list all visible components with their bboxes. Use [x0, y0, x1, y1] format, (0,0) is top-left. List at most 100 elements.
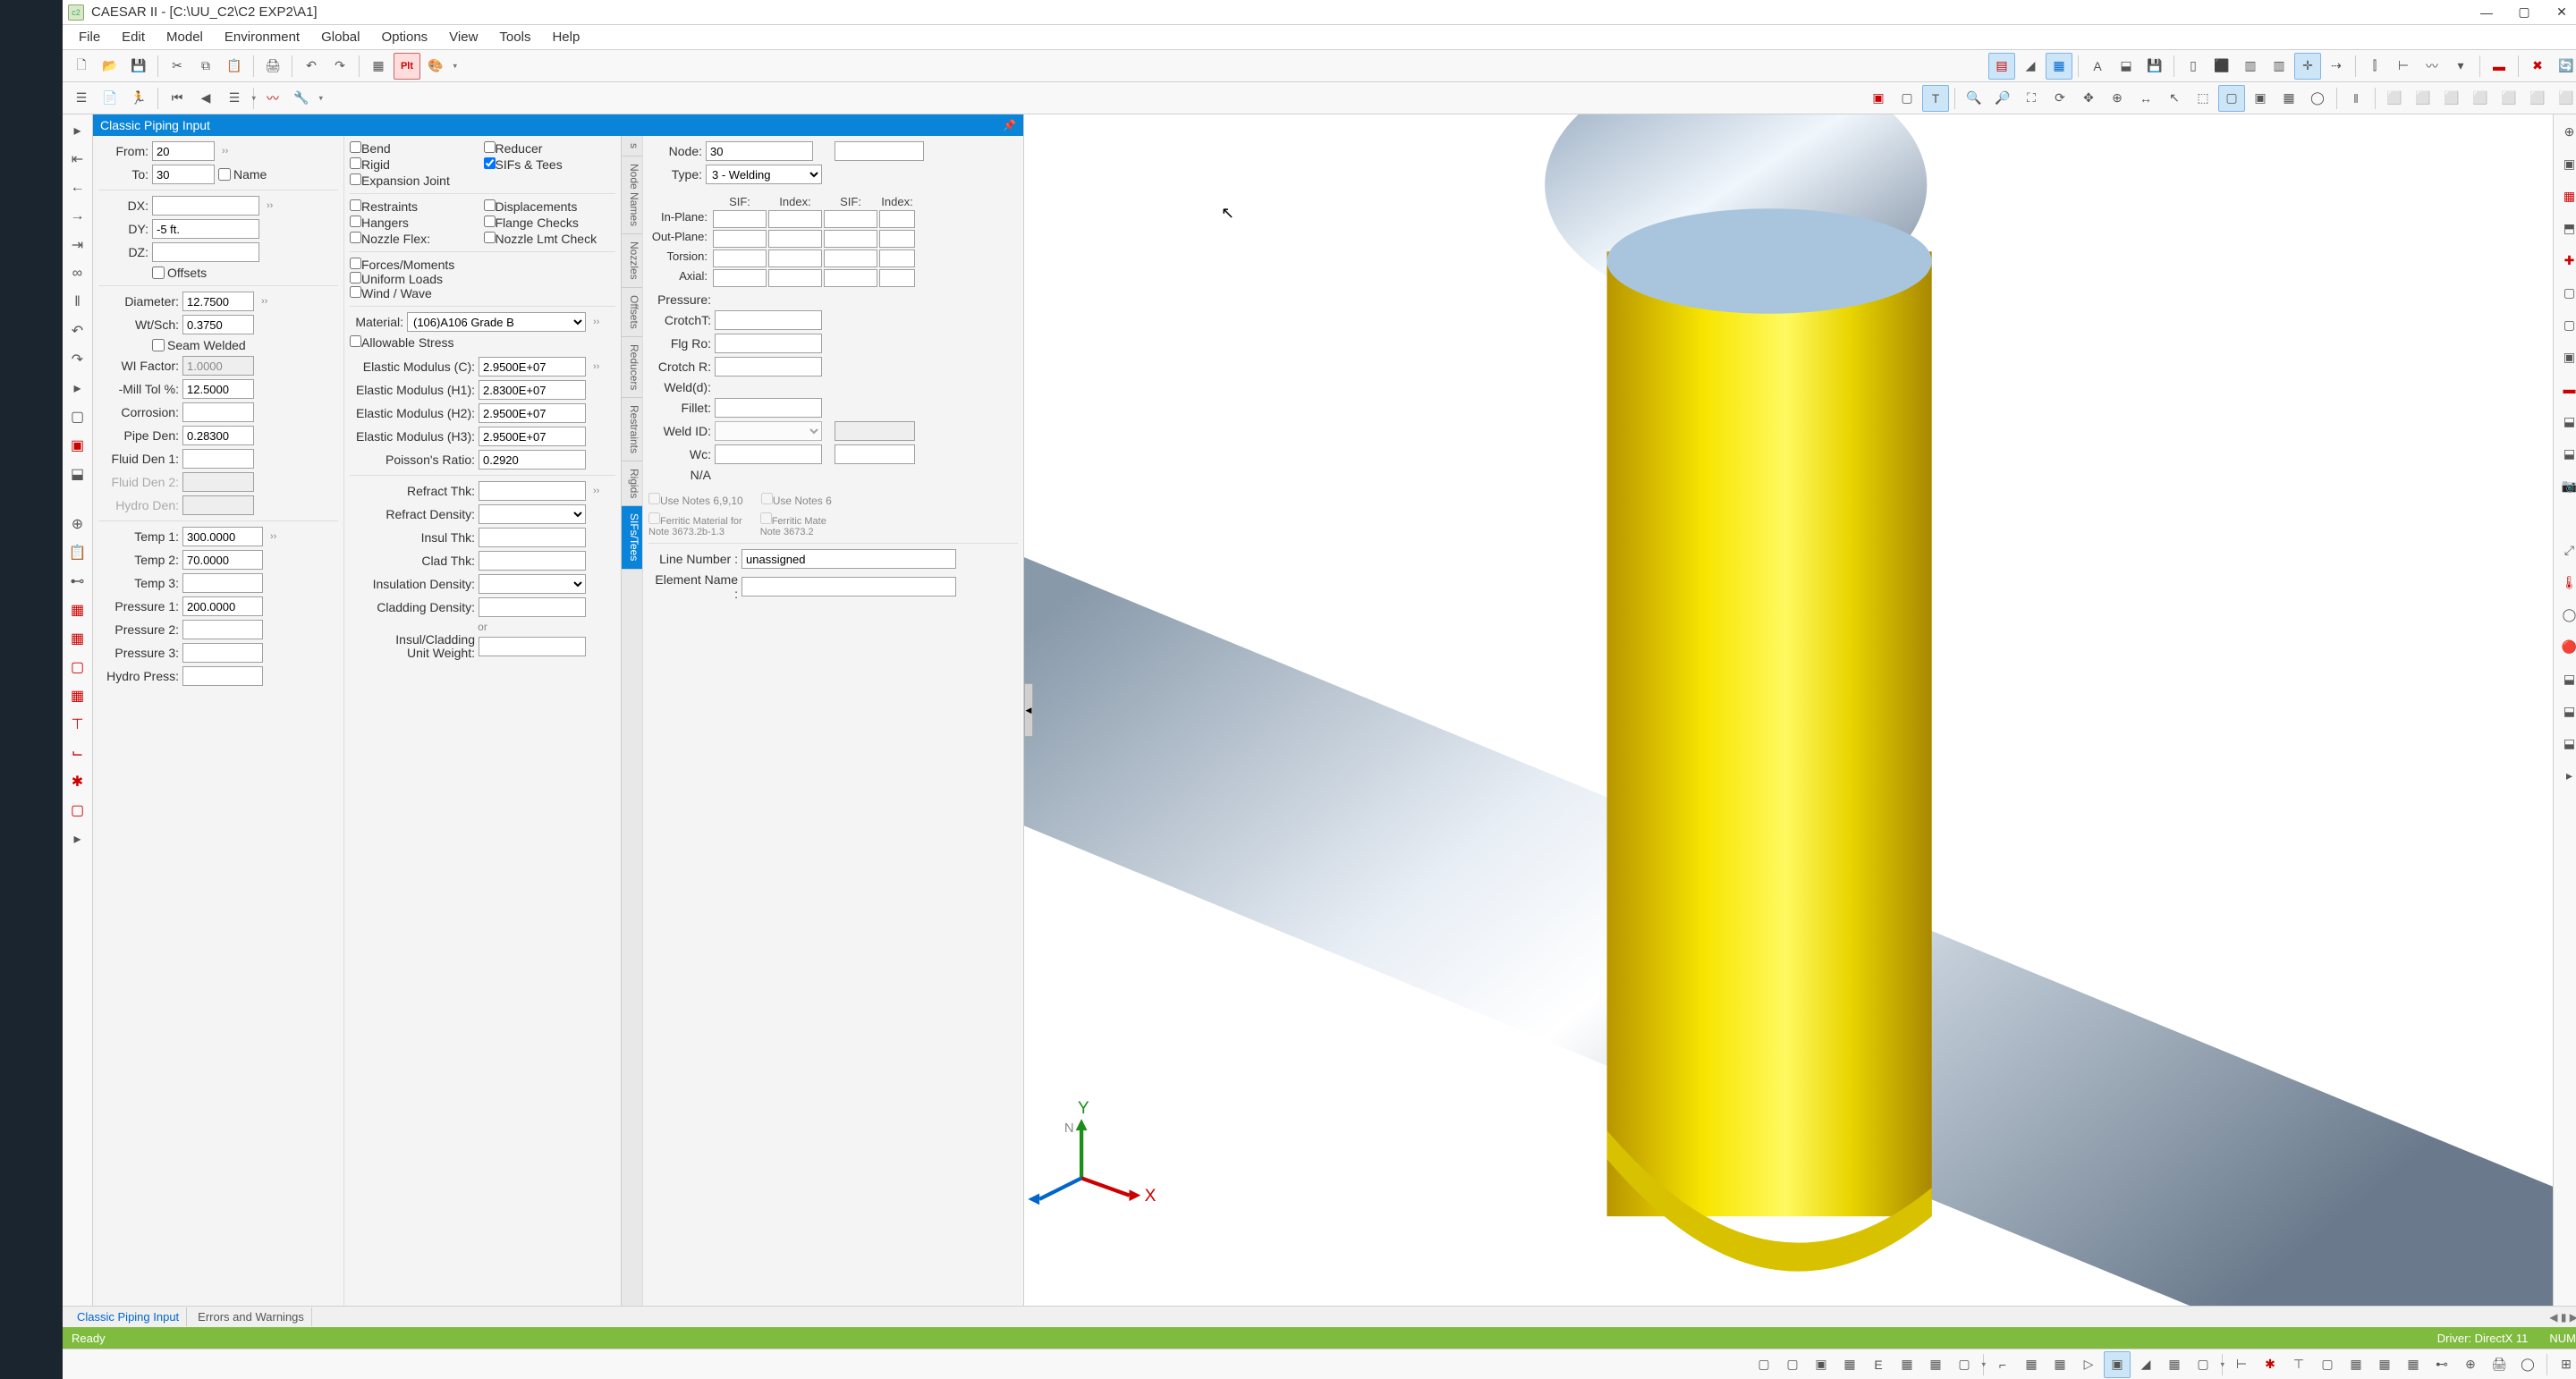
lv-icon-expand[interactable]: ▸: [65, 376, 90, 401]
lv-icon-more[interactable]: ▸: [65, 826, 90, 851]
inplane-sif2[interactable]: [824, 210, 877, 228]
refractthk-field[interactable]: [479, 481, 586, 501]
panel-collapse-handle[interactable]: ◀: [1024, 683, 1033, 737]
wtsch-field[interactable]: [182, 315, 254, 334]
bt-icon-24[interactable]: ⊷: [2428, 1351, 2455, 1378]
paste-icon[interactable]: 📋: [221, 53, 248, 80]
view-btn-2[interactable]: ◢: [2017, 53, 2044, 80]
tool-icon-10[interactable]: ⫿: [2361, 53, 2388, 80]
3d-viewport[interactable]: ◀: [1023, 114, 2553, 1306]
lv-icon-1[interactable]: ▸: [65, 118, 90, 143]
bt-icon-5[interactable]: E: [1865, 1351, 1892, 1378]
copy-icon[interactable]: ⧉: [192, 53, 219, 80]
bt-icon-6[interactable]: ▦: [1894, 1351, 1920, 1378]
lv-icon-23[interactable]: ▢: [65, 798, 90, 823]
menu-edit[interactable]: Edit: [113, 26, 154, 48]
orbit-icon[interactable]: ⊕: [2104, 85, 2131, 112]
rv-icon-5[interactable]: ✚: [2556, 247, 2576, 274]
bt-icon-7[interactable]: ▦: [1922, 1351, 1949, 1378]
lv-icon-21[interactable]: ⌙: [65, 740, 90, 766]
eh3-field[interactable]: [479, 427, 586, 446]
menu-help[interactable]: Help: [543, 26, 589, 48]
lv-icon-3[interactable]: ←: [65, 175, 90, 200]
bt-icon-27[interactable]: ◯: [2514, 1351, 2541, 1378]
lv-icon-15[interactable]: ⊷: [65, 569, 90, 594]
from-field[interactable]: [152, 141, 215, 161]
refractden-select[interactable]: [479, 504, 586, 524]
box4-icon[interactable]: ◯: [2304, 85, 2331, 112]
tb2-icon-3[interactable]: T: [1922, 85, 1949, 112]
menu-view[interactable]: View: [440, 26, 487, 48]
linenum-field[interactable]: [741, 549, 956, 569]
bt-icon-17[interactable]: ⊢: [2228, 1351, 2255, 1378]
flgro-field[interactable]: [715, 334, 822, 353]
delete-icon[interactable]: ✖: [2524, 53, 2551, 80]
vtab-4[interactable]: Reducers: [622, 337, 642, 398]
tool-icon-12[interactable]: 〰: [2419, 53, 2445, 80]
bt-icon-18[interactable]: ✱: [2257, 1351, 2284, 1378]
lv-icon-7[interactable]: ‖: [65, 290, 90, 315]
nav-first-icon[interactable]: ⏮: [164, 85, 191, 112]
cube5-icon[interactable]: ⬜: [2496, 85, 2522, 112]
outplane-sif2[interactable]: [824, 230, 877, 248]
type-select[interactable]: 3 - Welding: [706, 165, 822, 184]
lv-icon-19[interactable]: ▦: [65, 683, 90, 708]
elemname-field[interactable]: [741, 577, 956, 596]
torsion-sif2[interactable]: [824, 250, 877, 267]
lv-icon-4[interactable]: →: [65, 204, 90, 229]
wc-field[interactable]: [715, 444, 822, 464]
reducer-checkbox[interactable]: [484, 141, 496, 153]
rigid-checkbox[interactable]: [350, 157, 361, 169]
bt-icon-11[interactable]: ▦: [2046, 1351, 2073, 1378]
bt-icon-15[interactable]: ▦: [2161, 1351, 2188, 1378]
lv-icon-8[interactable]: ↶: [65, 318, 90, 343]
axial-sif[interactable]: [713, 269, 767, 287]
sifs-checkbox[interactable]: [484, 157, 496, 169]
vtab-7[interactable]: SIFs/Tees: [622, 506, 642, 569]
axial-sif2[interactable]: [824, 269, 877, 287]
bt-icon-13[interactable]: ▣: [2104, 1351, 2131, 1378]
doc-icon[interactable]: 📄: [97, 85, 123, 112]
rv-icon-14[interactable]: 🌡: [2556, 569, 2576, 596]
bt-icon-22[interactable]: ▦: [2371, 1351, 2398, 1378]
flange-checkbox[interactable]: [484, 216, 496, 227]
lv-icon-16[interactable]: ▦: [65, 597, 90, 622]
bt-icon-12[interactable]: ▷: [2075, 1351, 2102, 1378]
rv-icon-15[interactable]: ◯: [2556, 601, 2576, 628]
tool-icon-6[interactable]: ▥: [2237, 53, 2264, 80]
dz-field[interactable]: [152, 242, 259, 262]
vtab-2[interactable]: Nozzles: [622, 234, 642, 288]
tool-icon-3[interactable]: 💾: [2141, 53, 2168, 80]
tool-icon-7[interactable]: ▥: [2266, 53, 2292, 80]
expand-3[interactable]: ››: [258, 296, 271, 307]
wave-icon[interactable]: 〰: [259, 85, 286, 112]
nav-list-icon[interactable]: ☰: [221, 85, 248, 112]
crotcht-field[interactable]: [715, 310, 822, 330]
bt-icon-2[interactable]: ▢: [1779, 1351, 1806, 1378]
menu-tools[interactable]: Tools: [490, 26, 539, 48]
bt-icon-10[interactable]: ▦: [2018, 1351, 2045, 1378]
cube2-icon[interactable]: ⬜: [2410, 85, 2436, 112]
dx-field[interactable]: [152, 196, 259, 216]
lv-icon-22[interactable]: ✱: [65, 769, 90, 794]
corrosion-field[interactable]: [182, 402, 254, 422]
insulcladuw-field[interactable]: [479, 637, 586, 656]
maximize-button[interactable]: ▢: [2506, 3, 2542, 22]
rv-icon-16[interactable]: 🔴: [2556, 633, 2576, 660]
menu-model[interactable]: Model: [157, 26, 212, 48]
box3-icon[interactable]: ▦: [2275, 85, 2302, 112]
seam-checkbox[interactable]: [152, 339, 165, 351]
nozzlelmt-checkbox[interactable]: [484, 232, 496, 243]
cut-icon[interactable]: ✂: [164, 53, 191, 80]
cube1-icon[interactable]: ⬜: [2381, 85, 2408, 112]
outplane-idx[interactable]: [768, 230, 822, 248]
expand-1[interactable]: ››: [218, 146, 232, 157]
tool-icon-2[interactable]: ⬓: [2113, 53, 2140, 80]
lv-icon-2[interactable]: ⇤: [65, 147, 90, 172]
to-field[interactable]: [152, 165, 215, 184]
bt-icon-9[interactable]: ⌐: [1989, 1351, 2016, 1378]
torsion-sif[interactable]: [713, 250, 767, 267]
inplane-idx[interactable]: [768, 210, 822, 228]
expand-2[interactable]: ››: [263, 200, 276, 211]
fluidden1-field[interactable]: [182, 449, 254, 469]
